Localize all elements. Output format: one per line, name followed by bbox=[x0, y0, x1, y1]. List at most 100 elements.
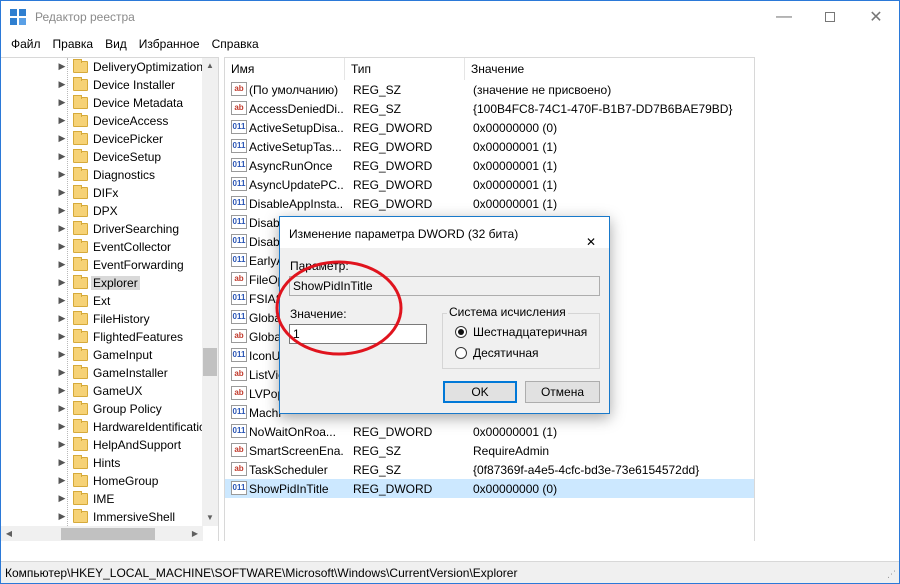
expand-arrow-icon[interactable]: ▶ bbox=[57, 439, 67, 450]
expand-arrow-icon[interactable]: ▶ bbox=[57, 493, 67, 504]
tree-item[interactable]: ▶ EventCollector bbox=[1, 238, 203, 256]
expand-arrow-icon[interactable]: ▶ bbox=[57, 169, 67, 180]
tree-item[interactable]: ▶ IME bbox=[1, 490, 203, 508]
value-row[interactable]: 011 ActiveSetupTas... REG_DWORD 0x00000001 … bbox=[225, 137, 754, 156]
tree-item-label: DIFx bbox=[93, 186, 119, 200]
tree-item-label: FileHistory bbox=[93, 312, 150, 326]
expand-arrow-icon[interactable]: ▶ bbox=[57, 403, 67, 414]
expand-arrow-icon[interactable]: ▶ bbox=[57, 133, 67, 144]
tree-item[interactable]: ▶ HelpAndSupport bbox=[1, 436, 203, 454]
value-row[interactable]: ab TaskScheduler REG_SZ {0f87369f-a4e5-4cfc… bbox=[225, 460, 754, 479]
expand-arrow-icon[interactable]: ▶ bbox=[57, 313, 67, 324]
value-row[interactable]: 011 DisableAppInsta... REG_DWORD 0x00000001… bbox=[225, 194, 754, 213]
tree-vertical-scrollbar[interactable]: ▲ ▼ bbox=[202, 58, 218, 526]
tree-item[interactable]: ▶ Diagnostics bbox=[1, 166, 203, 184]
expand-arrow-icon[interactable]: ▶ bbox=[57, 475, 67, 486]
expand-arrow-icon[interactable]: ▶ bbox=[57, 367, 67, 378]
tree-item-label: FlightedFeatures bbox=[93, 330, 184, 344]
tree-item[interactable]: ▶ ImmersiveShell bbox=[1, 508, 203, 526]
expand-arrow-icon[interactable]: ▶ bbox=[57, 421, 67, 432]
expand-arrow-icon[interactable]: ▶ bbox=[57, 205, 67, 216]
tree-item[interactable]: ▶ HardwareIdentification bbox=[1, 418, 212, 436]
menu-file[interactable]: Файл bbox=[5, 37, 47, 51]
tree-item[interactable]: ▶ FileHistory bbox=[1, 310, 203, 328]
tree-item[interactable]: ▶ DevicePicker bbox=[1, 130, 203, 148]
resize-grip-icon[interactable]: ⋰ bbox=[887, 569, 896, 580]
tree-item-label: Device Installer bbox=[93, 78, 176, 92]
expand-arrow-icon[interactable]: ▶ bbox=[57, 385, 67, 396]
tree-item[interactable]: ▶ Hints bbox=[1, 454, 203, 472]
tree-item[interactable]: ▶ DPX bbox=[1, 202, 203, 220]
tree-item[interactable]: ▶ Explorer bbox=[1, 274, 203, 292]
scroll-up-icon[interactable]: ▲ bbox=[202, 58, 218, 74]
tree-item[interactable]: ▶ Device Metadata bbox=[1, 94, 203, 112]
value-row[interactable]: 011 ActiveSetupDisa... REG_DWORD 0x00000000… bbox=[225, 118, 754, 137]
close-button[interactable]: ✕ bbox=[853, 1, 899, 33]
tree-horizontal-scrollbar[interactable]: ◀ ▶ bbox=[1, 526, 203, 541]
tree-hscroll-thumb[interactable] bbox=[61, 528, 155, 540]
expand-arrow-icon[interactable]: ▶ bbox=[57, 115, 67, 126]
expand-arrow-icon[interactable]: ▶ bbox=[57, 151, 67, 162]
value-row[interactable]: 011 AsyncRunOnce REG_DWORD 0x00000001 (1) bbox=[225, 156, 754, 175]
minimize-button[interactable]: — bbox=[761, 1, 807, 33]
column-header-name[interactable]: Имя bbox=[225, 58, 345, 80]
expand-arrow-icon[interactable]: ▶ bbox=[57, 79, 67, 90]
tree-item[interactable]: ▶ GameInstaller bbox=[1, 364, 203, 382]
ok-button[interactable]: OK bbox=[443, 381, 517, 403]
tree-item[interactable]: ▶ DriverSearching bbox=[1, 220, 203, 238]
key-tree-pane[interactable]: ▶ DeliveryOptimization ▶ Device Installer ▶ D… bbox=[1, 57, 219, 541]
value-row[interactable]: 011 AsyncUpdatePC... REG_DWORD 0x00000001 (… bbox=[225, 175, 754, 194]
tree-item[interactable]: ▶ GameInput bbox=[1, 346, 203, 364]
tree-scroll-thumb[interactable] bbox=[203, 348, 217, 376]
radix-dec-radio[interactable]: Десятичная bbox=[455, 345, 595, 361]
tree-item[interactable]: ▶ Ext bbox=[1, 292, 203, 310]
value-row[interactable]: ab (По умолчанию) REG_SZ (значение не присв… bbox=[225, 80, 754, 99]
expand-arrow-icon[interactable]: ▶ bbox=[57, 241, 67, 252]
column-header-type[interactable]: Тип bbox=[345, 58, 465, 80]
value-type: REG_DWORD bbox=[353, 121, 433, 135]
tree-item[interactable]: ▶ Device Installer bbox=[1, 76, 203, 94]
cancel-button[interactable]: Отмена bbox=[525, 381, 600, 403]
scroll-right-icon[interactable]: ▶ bbox=[187, 526, 203, 541]
value-row[interactable]: ab SmartScreenEna... REG_SZ RequireAdmin bbox=[225, 441, 754, 460]
expand-arrow-icon[interactable]: ▶ bbox=[57, 349, 67, 360]
tree-item[interactable]: ▶ DeviceSetup bbox=[1, 148, 203, 166]
dialog-close-button[interactable]: ✕ bbox=[577, 219, 605, 249]
expand-arrow-icon[interactable]: ▶ bbox=[57, 457, 67, 468]
menu-favorites[interactable]: Избранное bbox=[133, 37, 206, 51]
scroll-left-icon[interactable]: ◀ bbox=[1, 526, 17, 541]
tree-item[interactable]: ▶ FlightedFeatures bbox=[1, 328, 203, 346]
maximize-button[interactable] bbox=[807, 1, 853, 33]
tree-item[interactable]: ▶ DeviceAccess bbox=[1, 112, 203, 130]
value-row[interactable]: 011 NoWaitOnRoa... REG_DWORD 0x00000001 (1) bbox=[225, 422, 754, 441]
tree-item[interactable]: ▶ DIFx bbox=[1, 184, 203, 202]
radix-dec-label: Десятичная bbox=[473, 346, 539, 360]
expand-arrow-icon[interactable]: ▶ bbox=[57, 331, 67, 342]
expand-arrow-icon[interactable]: ▶ bbox=[57, 259, 67, 270]
expand-arrow-icon[interactable]: ▶ bbox=[57, 97, 67, 108]
value-input[interactable]: 1 bbox=[289, 324, 427, 344]
scroll-down-icon[interactable]: ▼ bbox=[202, 510, 218, 526]
value-row[interactable]: 011 ShowPidInTitle REG_DWORD 0x00000000 (0) bbox=[225, 479, 754, 498]
tree-item[interactable]: ▶ GameUX bbox=[1, 382, 203, 400]
expand-arrow-icon[interactable]: ▶ bbox=[57, 295, 67, 306]
radix-hex-label: Шестнадцатеричная bbox=[473, 325, 588, 339]
column-header-data[interactable]: Значение bbox=[465, 58, 754, 80]
tree-item[interactable]: ▶ EventForwarding bbox=[1, 256, 203, 274]
folder-icon bbox=[73, 455, 88, 469]
menu-help[interactable]: Справка bbox=[206, 37, 265, 51]
menu-view[interactable]: Вид bbox=[99, 37, 133, 51]
radix-hex-radio[interactable]: Шестнадцатеричная bbox=[455, 324, 595, 340]
expand-arrow-icon[interactable]: ▶ bbox=[57, 223, 67, 234]
tree-item-label: GameUX bbox=[93, 384, 143, 398]
expand-arrow-icon[interactable]: ▶ bbox=[57, 511, 67, 522]
menu-edit[interactable]: Правка bbox=[47, 37, 100, 51]
expand-arrow-icon[interactable]: ▶ bbox=[57, 61, 67, 72]
tree-item[interactable]: ▶ DeliveryOptimization bbox=[1, 58, 203, 76]
tree-item[interactable]: ▶ Group Policy bbox=[1, 400, 203, 418]
tree-item-label: DriverSearching bbox=[93, 222, 180, 236]
expand-arrow-icon[interactable]: ▶ bbox=[57, 187, 67, 198]
expand-arrow-icon[interactable]: ▶ bbox=[57, 277, 67, 288]
tree-item[interactable]: ▶ HomeGroup bbox=[1, 472, 203, 490]
value-row[interactable]: ab AccessDeniedDi... REG_SZ {100B4FC8-74C1-… bbox=[225, 99, 754, 118]
